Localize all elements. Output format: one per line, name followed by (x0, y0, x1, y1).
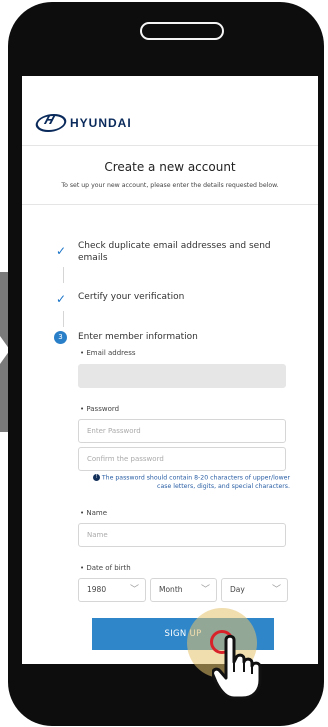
phone-speaker (140, 22, 224, 40)
password-input[interactable]: Enter Password (78, 419, 286, 443)
password-hint-text: The password should contain 8-20 charact… (101, 474, 290, 490)
page-title: Create a new account (104, 160, 236, 174)
confirm-password-input[interactable]: Confirm the password (78, 447, 286, 471)
step-connector (63, 267, 64, 283)
step-2-label: Certify your verification (78, 292, 185, 302)
year-select[interactable]: 1980 ﹀ (78, 578, 146, 602)
check-icon: ✓ (56, 244, 67, 258)
step-1-label: Check duplicate email addresses and send… (78, 241, 271, 263)
chevron-down-icon: ﹀ (200, 585, 210, 595)
step-3-number: 3 (54, 331, 67, 344)
name-input[interactable]: Name (78, 523, 286, 547)
page-subtitle: To set up your new account, please enter… (61, 182, 279, 189)
brand-name: HYUNDAI (70, 116, 132, 130)
step-3-label: Enter member information (78, 332, 198, 342)
password-hint: ! The password should contain 8-20 charac… (78, 474, 290, 491)
check-icon: ✓ (56, 292, 67, 306)
step-connector (63, 311, 64, 327)
password-label: • Password (80, 405, 120, 413)
name-label: • Name (80, 509, 108, 517)
month-select[interactable]: Month ﹀ (150, 578, 217, 602)
hyundai-logo: HYUNDAI (33, 114, 132, 132)
hyundai-logo-icon (33, 114, 69, 132)
year-value: 1980 (87, 585, 107, 594)
month-value: Month (159, 585, 183, 594)
chevron-down-icon: ﹀ (271, 585, 281, 595)
email-label: • Email address (80, 349, 136, 357)
divider (22, 145, 318, 146)
divider (22, 204, 318, 205)
dob-label: • Date of birth (80, 564, 131, 572)
chevron-down-icon: ﹀ (129, 585, 139, 595)
info-icon: ! (92, 474, 100, 481)
day-value: Day (230, 585, 245, 594)
email-field[interactable] (78, 364, 286, 388)
day-select[interactable]: Day ﹀ (221, 578, 288, 602)
hand-cursor-icon (212, 634, 262, 700)
signup-screen: HYUNDAI Create a new account To set up y… (22, 76, 318, 664)
